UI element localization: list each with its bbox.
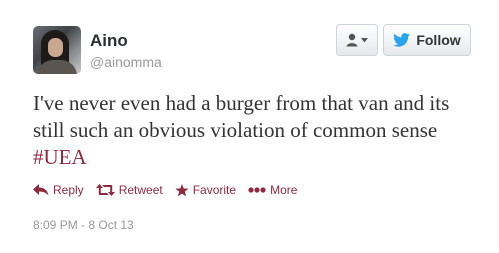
follow-label: Follow <box>416 32 461 48</box>
twitter-bird-icon <box>393 33 411 47</box>
user-actions-button[interactable] <box>336 24 378 56</box>
avatar-face <box>48 38 63 57</box>
caret-down-icon <box>361 37 368 42</box>
author-handle[interactable]: @ainomma <box>90 54 162 70</box>
reply-button[interactable]: Reply <box>33 183 84 197</box>
retweet-label: Retweet <box>118 183 163 197</box>
hashtag-link[interactable]: #UEA <box>33 145 87 169</box>
avatar[interactable] <box>33 26 81 74</box>
tweet-body: I've never even had a burger from that v… <box>33 91 450 142</box>
reply-label: Reply <box>53 183 84 197</box>
more-button[interactable]: More <box>248 183 297 197</box>
person-icon <box>346 33 358 47</box>
retweet-button[interactable]: Retweet <box>95 183 163 197</box>
favorite-button[interactable]: Favorite <box>175 183 236 197</box>
more-label: More <box>270 183 298 197</box>
tweet-timestamp[interactable]: 8:09 PM - 8 Oct 13 <box>33 218 134 232</box>
author-name[interactable]: Aino <box>90 31 128 51</box>
tweet-actions: Reply Retweet Favorite More <box>33 183 309 197</box>
avatar-shoulder <box>37 60 77 74</box>
reply-arrow-icon <box>33 184 49 196</box>
favorite-label: Favorite <box>192 183 237 197</box>
tweet-text: I've never even had a burger from that v… <box>33 90 483 171</box>
dots-icon <box>248 187 266 193</box>
retweet-icon <box>95 184 115 196</box>
follow-button[interactable]: Follow <box>383 24 471 56</box>
star-icon <box>175 183 189 196</box>
